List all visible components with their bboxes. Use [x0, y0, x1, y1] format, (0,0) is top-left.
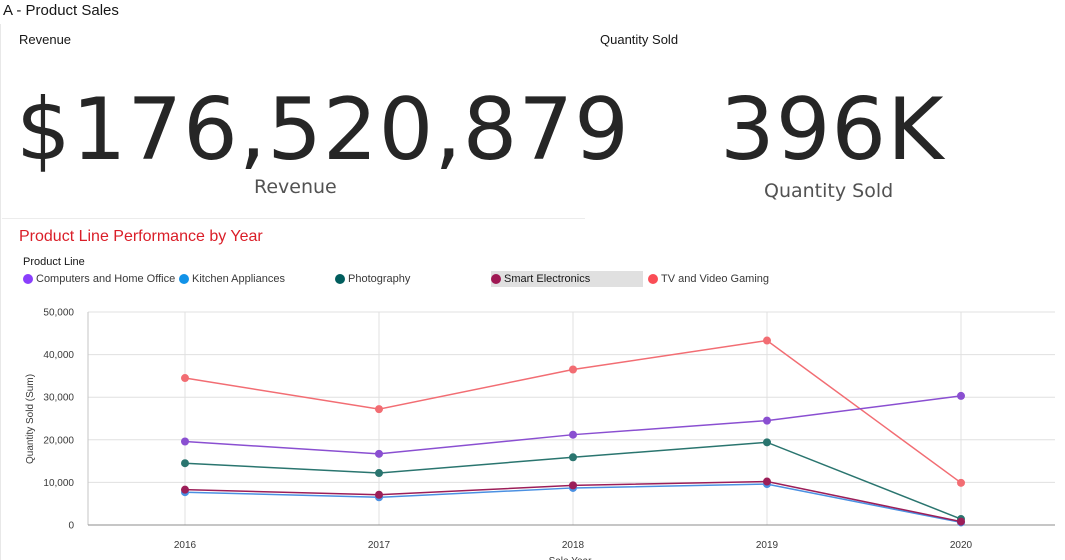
x-tick-label: 2018: [562, 540, 585, 551]
data-point-computers-and-home-office[interactable]: [569, 430, 577, 439]
data-point-tv-and-video-gaming[interactable]: [181, 374, 189, 383]
y-tick-label: 10,000: [43, 478, 74, 489]
y-axis-title: Quantity Sold (Sum): [25, 374, 36, 464]
data-point-computers-and-home-office[interactable]: [763, 416, 771, 425]
data-point-tv-and-video-gaming[interactable]: [957, 478, 965, 487]
data-point-photography[interactable]: [181, 459, 189, 468]
line-chart: 0 10,000 20,000 30,000 40,000 50,000 2016 2017 2…: [25, 308, 1055, 560]
data-point-photography[interactable]: [569, 453, 577, 462]
data-point-computers-and-home-office[interactable]: [375, 449, 383, 458]
data-point-smart-electronics[interactable]: [957, 517, 965, 526]
data-point-photography[interactable]: [375, 469, 383, 478]
data-point-smart-electronics[interactable]: [181, 485, 189, 494]
y-tick-label: 30,000: [43, 393, 74, 404]
x-tick-label: 2017: [368, 540, 391, 551]
y-tick-label: 40,000: [43, 350, 74, 361]
data-point-computers-and-home-office[interactable]: [957, 391, 965, 400]
data-point-smart-electronics[interactable]: [375, 490, 383, 499]
y-tick-label: 0: [68, 521, 74, 532]
x-tick-label: 2016: [174, 540, 197, 551]
y-tick-label: 50,000: [43, 308, 74, 319]
chart-axes: 0 10,000 20,000 30,000 40,000 50,000 2016 2017 2…: [25, 308, 1055, 560]
x-tick-label: 2020: [950, 540, 973, 551]
data-point-photography[interactable]: [763, 438, 771, 447]
data-point-smart-electronics[interactable]: [763, 477, 771, 486]
x-tick-label: 2019: [756, 540, 779, 551]
data-point-tv-and-video-gaming[interactable]: [763, 336, 771, 345]
data-point-tv-and-video-gaming[interactable]: [569, 365, 577, 374]
data-point-computers-and-home-office[interactable]: [181, 437, 189, 446]
x-axis-title: Sale Year: [549, 556, 592, 560]
data-point-tv-and-video-gaming[interactable]: [375, 405, 383, 414]
y-tick-label: 20,000: [43, 435, 74, 446]
data-point-smart-electronics[interactable]: [569, 481, 577, 490]
